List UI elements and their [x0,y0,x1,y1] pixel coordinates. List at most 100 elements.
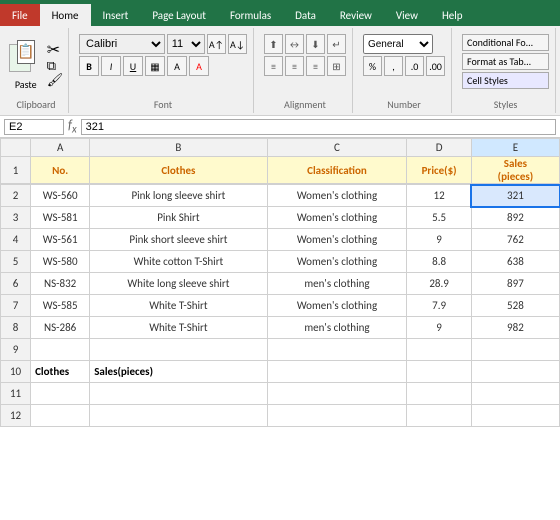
empty-cell[interactable] [31,339,90,361]
format-as-table-button[interactable]: Format as Tab... [462,53,549,70]
no-cell[interactable]: WS-561 [31,229,90,251]
empty-cell[interactable] [407,339,472,361]
empty-cell[interactable] [407,383,472,405]
tab-help[interactable]: Help [430,4,475,26]
sales-cell[interactable]: 638 [471,251,559,273]
tab-home[interactable]: Home [40,4,91,26]
price-cell[interactable]: 7.9 [407,295,472,317]
sales-cell[interactable]: 762 [471,229,559,251]
cut-button[interactable]: ✂ [47,43,64,59]
tab-file[interactable]: File [0,4,40,26]
row-3-header[interactable]: 3 [1,207,31,229]
row-7-header[interactable]: 7 [1,295,31,317]
align-center-button[interactable]: ≡ [285,56,304,76]
tab-formulas[interactable]: Formulas [218,4,283,26]
row-6-header[interactable]: 6 [1,273,31,295]
header-clothes[interactable]: Clothes [90,157,267,184]
row10-sales[interactable]: Sales(pieces) [90,361,267,383]
font-name-select[interactable]: Calibri [79,34,165,54]
empty-cell[interactable] [407,361,472,383]
price-cell[interactable]: 9 [407,317,472,339]
col-d-header[interactable]: D [407,139,472,157]
col-b-header[interactable]: B [90,139,267,157]
row-11-header[interactable]: 11 [1,383,31,405]
tab-page-layout[interactable]: Page Layout [140,4,218,26]
header-no[interactable]: No. [31,157,90,184]
comma-button[interactable]: , [384,56,403,76]
empty-cell[interactable] [471,339,559,361]
price-cell[interactable]: 8.8 [407,251,472,273]
clothes-cell[interactable]: White T-Shirt [90,317,267,339]
align-top-button[interactable]: ⬆ [264,34,283,54]
decrease-decimal-button[interactable]: .00 [426,56,445,76]
clothes-cell[interactable]: Pink long sleeve shirt [90,185,267,207]
percent-button[interactable]: % [363,56,382,76]
header-price[interactable]: Price($) [407,157,472,184]
col-a-header[interactable]: A [31,139,90,157]
row10-clothes[interactable]: Clothes [31,361,90,383]
sales-cell[interactable]: 321 [471,185,559,207]
clothes-cell[interactable]: Pink short sleeve shirt [90,229,267,251]
empty-cell[interactable] [471,405,559,427]
empty-cell[interactable] [267,383,407,405]
border-button[interactable]: ▦ [145,56,165,76]
wrap-text-button[interactable]: ↵ [327,34,346,54]
empty-cell[interactable] [267,339,407,361]
classification-cell[interactable]: Women's clothing [267,207,407,229]
merge-button[interactable]: ⊞ [327,56,346,76]
sales-cell[interactable]: 982 [471,317,559,339]
classification-cell[interactable]: men's clothing [267,317,407,339]
classification-cell[interactable]: Women's clothing [267,229,407,251]
formula-input[interactable] [81,119,556,135]
empty-cell[interactable] [407,405,472,427]
price-cell[interactable]: 5.5 [407,207,472,229]
header-classification[interactable]: Classification [267,157,407,184]
row-4-header[interactable]: 4 [1,229,31,251]
classification-cell[interactable]: Women's clothing [267,295,407,317]
font-size-select[interactable]: 11 [167,34,205,54]
empty-cell[interactable] [267,405,407,427]
price-cell[interactable]: 9 [407,229,472,251]
row-2-header[interactable]: 2 [1,185,31,207]
clothes-cell[interactable]: White T-Shirt [90,295,267,317]
empty-cell[interactable] [90,405,267,427]
italic-button[interactable]: I [101,56,121,76]
empty-cell[interactable] [31,405,90,427]
tab-insert[interactable]: Insert [91,4,141,26]
row-8-header[interactable]: 8 [1,317,31,339]
cell-styles-button[interactable]: Cell Styles [462,72,549,89]
row-1-header[interactable]: 1 [1,157,31,184]
price-cell[interactable]: 28.9 [407,273,472,295]
bold-button[interactable]: B [79,56,99,76]
tab-view[interactable]: View [384,4,430,26]
empty-cell[interactable] [471,361,559,383]
price-cell[interactable]: 12 [407,185,472,207]
no-cell[interactable]: WS-580 [31,251,90,273]
tab-review[interactable]: Review [328,4,384,26]
row-10-header[interactable]: 10 [1,361,31,383]
no-cell[interactable]: NS-286 [31,317,90,339]
no-cell[interactable]: WS-560 [31,185,90,207]
fill-color-button[interactable]: A [167,56,187,76]
header-sales[interactable]: Sales(pieces) [471,157,559,184]
clothes-cell[interactable]: Pink Shirt [90,207,267,229]
number-format-select[interactable]: General [363,34,433,54]
classification-cell[interactable]: men's clothing [267,273,407,295]
sales-cell[interactable]: 892 [471,207,559,229]
no-cell[interactable]: WS-585 [31,295,90,317]
tab-data[interactable]: Data [283,4,328,26]
empty-cell[interactable] [90,339,267,361]
sales-cell[interactable]: 528 [471,295,559,317]
col-e-header[interactable]: E [471,139,559,157]
empty-cell[interactable] [267,361,407,383]
copy-button[interactable]: ⧉ [47,60,64,73]
empty-cell[interactable] [90,383,267,405]
row-12-header[interactable]: 12 [1,405,31,427]
underline-button[interactable]: U [123,56,143,76]
empty-cell[interactable] [471,383,559,405]
no-cell[interactable]: WS-581 [31,207,90,229]
col-c-header[interactable]: C [267,139,407,157]
format-painter-button[interactable]: 🖌 [47,74,64,87]
row-9-header[interactable]: 9 [1,339,31,361]
paste-button[interactable]: 📋 Paste [9,40,43,91]
